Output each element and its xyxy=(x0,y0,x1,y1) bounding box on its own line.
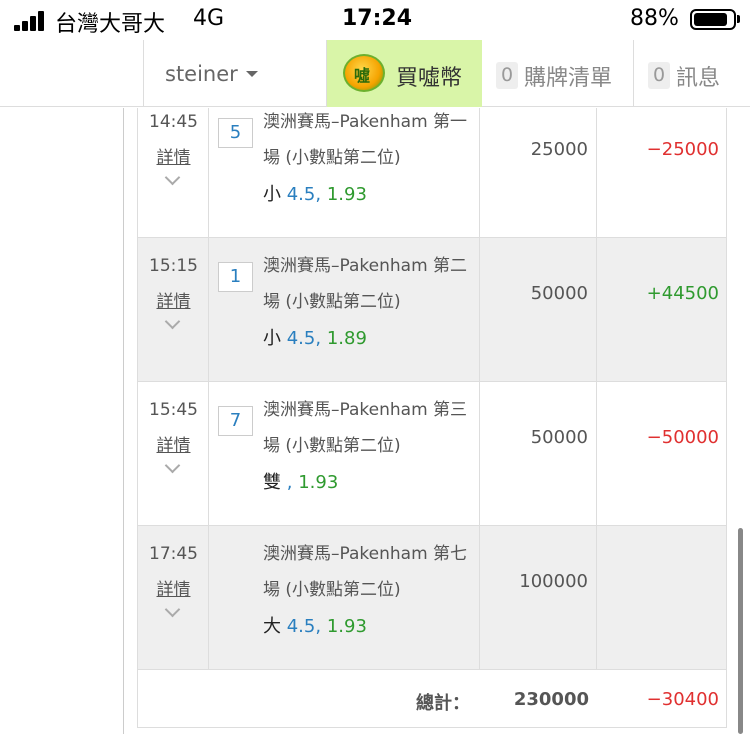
user-menu[interactable]: steiner xyxy=(145,40,327,107)
bet-pick: 大 xyxy=(263,616,281,637)
battery-tip xyxy=(737,15,740,23)
description-cell: 1 澳洲賽馬–Pakenham 第二場 (小數點第二位) 小 4.5, 1.89 xyxy=(210,238,480,381)
horse-number: 7 xyxy=(218,406,253,436)
chevron-down-icon[interactable] xyxy=(164,313,181,330)
total-result: −30400 xyxy=(646,689,719,710)
bet-table: 14:45 詳情 5 澳洲賽馬–Pakenham 第一場 (小數點第二位) 小 … xyxy=(137,108,727,728)
table-row: 15:45 詳情 7 澳洲賽馬–Pakenham 第三場 (小數點第二位) 雙 … xyxy=(138,382,726,526)
bet-selection: 小 4.5, 1.89 xyxy=(263,324,367,350)
amount-cell: 25000 xyxy=(480,108,597,237)
bet-line: 4.5, xyxy=(286,184,322,205)
battery-icon xyxy=(690,9,736,30)
bet-odds: 1.93 xyxy=(326,184,367,205)
total-label: 總計： xyxy=(416,693,470,714)
battery-percent: 88% xyxy=(630,6,679,31)
bet-line: , xyxy=(286,472,293,493)
bet-result: −50000 xyxy=(646,427,719,448)
chevron-down-icon[interactable] xyxy=(164,457,181,474)
detail-link[interactable]: 詳情 xyxy=(138,287,209,312)
total-amount: 230000 xyxy=(513,689,589,710)
top-navigation: steiner 買噓幣 0 購牌清單 0 訊息 xyxy=(0,40,750,107)
result-cell: −50000 xyxy=(597,382,727,525)
description-cell: 7 澳洲賽馬–Pakenham 第三場 (小數點第二位) 雙 , 1.93 xyxy=(210,382,480,525)
chevron-down-icon[interactable] xyxy=(164,169,181,186)
time-cell: 15:45 詳情 xyxy=(138,382,209,525)
bet-odds: 1.93 xyxy=(298,472,339,493)
bet-odds: 1.89 xyxy=(326,328,367,349)
result-cell: −25000 xyxy=(597,108,727,237)
bet-selection: 雙 , 1.93 xyxy=(263,468,338,494)
bet-selection: 小 4.5, 1.93 xyxy=(263,180,367,206)
status-time: 17:24 xyxy=(342,6,413,31)
result-cell xyxy=(597,526,727,669)
cart-count-badge: 0 xyxy=(496,62,518,89)
detail-link[interactable]: 詳情 xyxy=(138,431,209,456)
bet-pick: 小 xyxy=(263,328,281,349)
scrollbar[interactable] xyxy=(738,528,743,734)
detail-link[interactable]: 詳情 xyxy=(138,575,209,600)
coin-icon xyxy=(343,54,385,92)
horse-number: 5 xyxy=(218,118,253,148)
bet-line: 4.5, xyxy=(286,328,322,349)
table-row: 14:45 詳情 5 澳洲賽馬–Pakenham 第一場 (小數點第二位) 小 … xyxy=(138,108,726,238)
total-row: 總計： 230000 −30400 xyxy=(138,670,726,728)
description-cell: 5 澳洲賽馬–Pakenham 第一場 (小數點第二位) 小 4.5, 1.93 xyxy=(210,108,480,237)
cart-list-button[interactable]: 0 購牌清單 xyxy=(482,40,634,107)
race-description: 澳洲賽馬–Pakenham 第一場 (小數點第二位) xyxy=(263,112,468,168)
username: steiner xyxy=(165,62,238,86)
carrier-name: 台灣大哥大 xyxy=(55,12,166,37)
bet-time: 15:15 xyxy=(149,256,198,276)
dropdown-caret-icon xyxy=(246,71,258,77)
network-type: 4G xyxy=(193,6,225,31)
bet-amount: 100000 xyxy=(519,571,588,592)
bet-time: 15:45 xyxy=(149,400,198,420)
detail-link[interactable]: 詳情 xyxy=(138,143,209,168)
bet-odds: 1.93 xyxy=(326,616,367,637)
messages-count-badge: 0 xyxy=(648,62,670,89)
race-description: 澳洲賽馬–Pakenham 第三場 (小數點第二位) xyxy=(263,400,468,456)
messages-button[interactable]: 0 訊息 xyxy=(634,40,750,107)
race-description: 澳洲賽馬–Pakenham 第七場 (小數點第二位) xyxy=(263,544,468,600)
amount-cell: 50000 xyxy=(480,238,597,381)
bet-line: 4.5, xyxy=(286,616,322,637)
cart-list-label: 購牌清單 xyxy=(524,66,613,91)
time-cell: 17:45 詳情 xyxy=(138,526,209,669)
divider xyxy=(123,108,124,734)
bet-result: +44500 xyxy=(646,283,719,304)
chevron-down-icon[interactable] xyxy=(164,601,181,618)
amount-cell: 100000 xyxy=(480,526,597,669)
nav-blank xyxy=(0,40,144,107)
time-cell: 14:45 詳情 xyxy=(138,108,209,237)
bet-pick: 雙 xyxy=(263,472,281,493)
bet-amount: 50000 xyxy=(530,427,588,448)
bet-history: 14:45 詳情 5 澳洲賽馬–Pakenham 第一場 (小數點第二位) 小 … xyxy=(0,108,750,734)
buy-coin-button[interactable]: 買噓幣 xyxy=(327,40,482,107)
time-cell: 15:15 詳情 xyxy=(138,238,209,381)
bet-time: 17:45 xyxy=(149,544,198,564)
bet-amount: 50000 xyxy=(530,283,588,304)
messages-label: 訊息 xyxy=(676,66,721,91)
signal-icon xyxy=(14,11,48,31)
bet-time: 14:45 xyxy=(149,112,198,132)
amount-cell: 50000 xyxy=(480,382,597,525)
bet-pick: 小 xyxy=(263,184,281,205)
bet-amount: 25000 xyxy=(530,139,588,160)
buy-coin-label: 買噓幣 xyxy=(396,66,463,91)
status-bar: 台灣大哥大 4G 17:24 88% xyxy=(0,0,750,40)
table-row: 15:15 詳情 1 澳洲賽馬–Pakenham 第二場 (小數點第二位) 小 … xyxy=(138,238,726,382)
horse-number: 1 xyxy=(218,262,253,292)
description-cell: 澳洲賽馬–Pakenham 第七場 (小數點第二位) 大 4.5, 1.93 xyxy=(210,526,480,669)
table-row: 17:45 詳情 澳洲賽馬–Pakenham 第七場 (小數點第二位) 大 4.… xyxy=(138,526,726,670)
bet-result: −25000 xyxy=(646,139,719,160)
race-description: 澳洲賽馬–Pakenham 第二場 (小數點第二位) xyxy=(263,256,468,312)
bet-selection: 大 4.5, 1.93 xyxy=(263,612,367,638)
result-cell: +44500 xyxy=(597,238,727,381)
